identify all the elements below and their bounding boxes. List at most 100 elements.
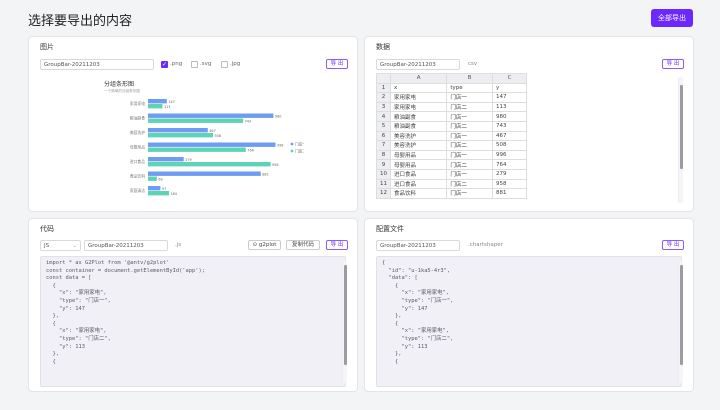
bar-1[interactable]: [148, 113, 274, 118]
table-cell[interactable]: 467: [492, 130, 527, 142]
table-row[interactable]: 4 粮油副食 门店一 980: [376, 111, 527, 122]
table-row[interactable]: 6 美容洗护 门店一 467: [376, 130, 527, 142]
table-cell[interactable]: 958: [492, 178, 527, 190]
table-cell[interactable]: 门店一: [446, 92, 493, 103]
table-cell[interactable]: 996: [492, 149, 527, 161]
table-cell[interactable]: 母婴用品: [389, 149, 448, 161]
table-cell[interactable]: 门店二: [446, 159, 493, 170]
code-ext-label: .js: [175, 242, 182, 248]
table-row[interactable]: 9 母婴用品 门店二 764: [376, 159, 527, 170]
row-number: 5: [376, 120, 391, 132]
jpg-label: .jpg: [230, 61, 241, 67]
table-cell[interactable]: 门店一: [446, 130, 493, 142]
table-cell[interactable]: 食品饮料: [389, 188, 448, 199]
legend-label[interactable]: 门店一: [295, 141, 304, 146]
table-cell[interactable]: x: [389, 82, 448, 94]
data-export-button[interactable]: 导 出: [662, 59, 684, 69]
table-cell[interactable]: 进口食品: [389, 168, 448, 180]
svg-checkbox[interactable]: [191, 61, 198, 68]
legend-label[interactable]: 门店二: [295, 148, 304, 153]
category-label: 母婴用品: [130, 144, 145, 149]
table-row[interactable]: 12 食品饮料 门店一 881: [376, 188, 527, 199]
config-export-button[interactable]: 导 出: [662, 240, 684, 250]
copy-code-button[interactable]: 复制代码: [286, 240, 320, 250]
table-cell[interactable]: 门店一: [446, 149, 493, 161]
bar-2[interactable]: [148, 147, 246, 152]
code-scrollbar[interactable]: [342, 261, 347, 383]
table-row[interactable]: 5 粮油副食 门店二 743: [376, 120, 527, 132]
bar-2[interactable]: [148, 191, 169, 196]
config-scrollbar[interactable]: [678, 261, 683, 383]
language-select[interactable]: JS ⌄: [40, 240, 81, 251]
table-cell[interactable]: 508: [492, 140, 527, 151]
code-scrollbar-thumb[interactable]: [344, 265, 347, 365]
table-row[interactable]: 11 进口食品 门店二 958: [376, 178, 527, 190]
bar-2[interactable]: [148, 133, 214, 138]
bar-1[interactable]: [148, 157, 184, 162]
table-row[interactable]: 3 家用家电 门店二 113: [376, 101, 527, 113]
table-cell[interactable]: type: [446, 82, 493, 94]
row-number: 7: [376, 140, 391, 151]
table-cell[interactable]: 门店二: [446, 178, 493, 190]
bar-2[interactable]: [148, 118, 244, 123]
table-cell[interactable]: 门店二: [446, 101, 493, 113]
table-cell[interactable]: 家用家电: [389, 101, 448, 113]
table-cell[interactable]: 980: [492, 111, 527, 122]
data-scrollbar[interactable]: [678, 77, 683, 203]
svg-label: .svg: [200, 61, 212, 67]
table-cell[interactable]: 764: [492, 159, 527, 170]
table-cell[interactable]: 门店二: [446, 140, 493, 151]
category-label: 美容洗护: [130, 130, 145, 135]
table-cell[interactable]: 粮油副食: [389, 111, 448, 122]
table-row[interactable]: 2 家用家电 门店一 147: [376, 92, 527, 103]
bar-1[interactable]: [148, 142, 276, 147]
bar-2[interactable]: [148, 162, 271, 167]
table-cell[interactable]: 门店二: [446, 120, 493, 132]
table-cell[interactable]: 门店一: [446, 168, 493, 180]
table-cell[interactable]: 743: [492, 120, 527, 132]
column-header[interactable]: B: [446, 73, 493, 84]
row-number: 9: [376, 159, 391, 170]
config-filename-input[interactable]: GroupBar-20211203: [376, 240, 460, 251]
export-all-button[interactable]: 全部导出: [651, 9, 693, 27]
table-cell[interactable]: 881: [492, 188, 527, 199]
png-checkbox[interactable]: ✓: [161, 61, 168, 68]
column-header[interactable]: C: [492, 73, 527, 84]
image-export-button[interactable]: 导 出: [326, 59, 348, 69]
bar-1[interactable]: [148, 128, 208, 133]
column-header[interactable]: A: [389, 73, 448, 84]
row-number: 11: [376, 178, 391, 190]
table-cell[interactable]: 家用家电: [389, 92, 448, 103]
g2plot-button[interactable]: ⊙ g2plot: [248, 240, 281, 250]
table-cell[interactable]: 美容洗护: [389, 130, 448, 142]
code-export-button[interactable]: 导 出: [326, 240, 348, 250]
table-cell[interactable]: 门店一: [446, 188, 493, 199]
code-filename-input[interactable]: GroupBar-20211203: [84, 240, 168, 251]
bar-1[interactable]: [148, 186, 161, 191]
chart-title: 分组条形图: [104, 81, 135, 88]
table-cell[interactable]: 279: [492, 168, 527, 180]
config-scrollbar-thumb[interactable]: [680, 265, 683, 365]
image-filename-input[interactable]: GroupBar-20211203: [40, 59, 154, 70]
data-scrollbar-thumb[interactable]: [680, 85, 683, 169]
table-row[interactable]: 8 母婴用品 门店一 996: [376, 149, 527, 161]
bar-2[interactable]: [148, 104, 163, 109]
table-cell[interactable]: 147: [492, 92, 527, 103]
table-cell[interactable]: 113: [492, 101, 527, 113]
table-cell[interactable]: 母婴用品: [389, 159, 448, 170]
bar-1[interactable]: [148, 171, 261, 176]
config-editor[interactable]: { "id": "u-1ka5-4r3", "data": [ { "x": "…: [376, 256, 682, 387]
table-row[interactable]: 7 美容洗护 门店二 508: [376, 140, 527, 151]
table-cell[interactable]: 粮油副食: [389, 120, 448, 132]
bar-1[interactable]: [148, 99, 167, 104]
table-row[interactable]: 10 进口食品 门店一 279: [376, 168, 527, 180]
data-filename-input[interactable]: GroupBar-20211203: [376, 59, 460, 70]
table-cell[interactable]: 进口食品: [389, 178, 448, 190]
table-cell[interactable]: 美容洗护: [389, 140, 448, 151]
jpg-checkbox[interactable]: [221, 61, 228, 68]
table-row[interactable]: 1 x type y: [376, 82, 527, 94]
bar-2[interactable]: [148, 176, 157, 181]
table-cell[interactable]: y: [492, 82, 527, 94]
code-editor[interactable]: import * as G2Plot from '@antv/g2plot' c…: [40, 256, 346, 387]
table-cell[interactable]: 门店一: [446, 111, 493, 122]
